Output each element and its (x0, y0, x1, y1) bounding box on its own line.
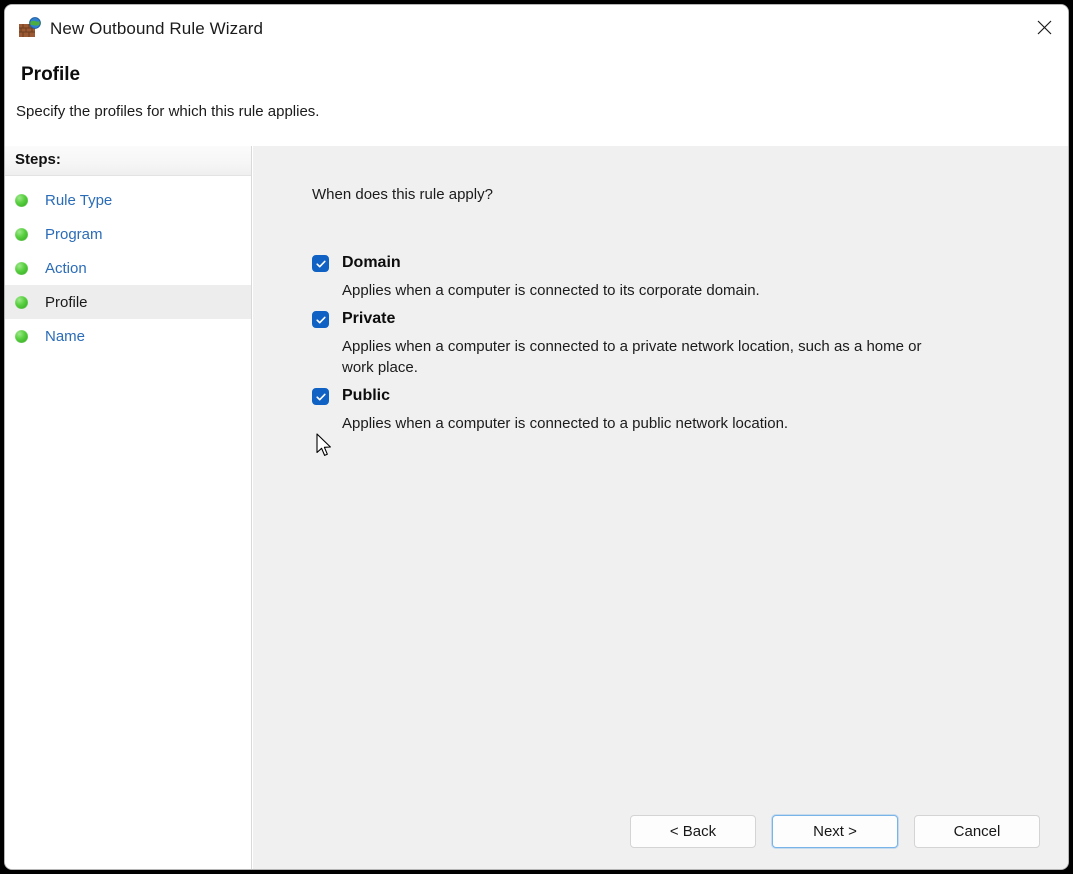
sidebar-item-profile[interactable]: Profile (5, 285, 251, 319)
title-bar: New Outbound Rule Wizard (5, 5, 1068, 53)
page-title: Profile (21, 64, 80, 86)
window-title: New Outbound Rule Wizard (50, 19, 263, 39)
sidebar-item-action[interactable]: Action (5, 251, 251, 285)
sidebar-item-label: Program (45, 226, 103, 243)
next-button[interactable]: Next > (772, 815, 898, 848)
steps-list: Rule Type Program Action Profile Name (5, 176, 251, 353)
checkbox-domain[interactable] (312, 255, 329, 272)
option-domain-description: Applies when a computer is connected to … (342, 280, 952, 301)
sidebar-item-program[interactable]: Program (5, 217, 251, 251)
green-dot-icon (15, 262, 28, 275)
green-dot-icon (15, 228, 28, 241)
option-public-head[interactable]: Public (312, 386, 1028, 406)
wizard-button-bar: < Back Next > Cancel (630, 815, 1040, 848)
option-public-description: Applies when a computer is connected to … (342, 413, 952, 434)
profile-option-group: Domain Applies when a computer is connec… (312, 253, 1028, 442)
sidebar-item-label: Action (45, 260, 87, 277)
steps-header: Steps: (5, 146, 251, 176)
green-dot-icon (15, 194, 28, 207)
option-public-label: Public (342, 386, 390, 406)
green-dot-icon (15, 296, 28, 309)
option-domain-head[interactable]: Domain (312, 253, 1028, 273)
steps-header-label: Steps: (15, 151, 61, 168)
checkbox-private[interactable] (312, 311, 329, 328)
option-domain-label: Domain (342, 253, 401, 273)
wizard-body: Steps: Rule Type Program Action Pro (5, 146, 1068, 869)
wizard-window: New Outbound Rule Wizard Profile Specify… (4, 4, 1069, 870)
sidebar-item-label: Profile (45, 294, 88, 311)
option-public: Public Applies when a computer is connec… (312, 386, 1028, 434)
steps-sidebar: Steps: Rule Type Program Action Pro (5, 146, 252, 869)
checkbox-public[interactable] (312, 388, 329, 405)
sidebar-item-label: Name (45, 328, 85, 345)
option-private-head[interactable]: Private (312, 309, 1028, 329)
content-pane: When does this rule apply? Domain Applie… (253, 146, 1068, 869)
content-question: When does this rule apply? (312, 186, 493, 203)
back-button[interactable]: < Back (630, 815, 756, 848)
option-domain: Domain Applies when a computer is connec… (312, 253, 1028, 301)
page-subtitle: Specify the profiles for which this rule… (16, 103, 319, 120)
option-private: Private Applies when a computer is conne… (312, 309, 1028, 378)
cancel-button[interactable]: Cancel (914, 815, 1040, 848)
green-dot-icon (15, 330, 28, 343)
sidebar-item-label: Rule Type (45, 192, 112, 209)
firewall-globe-icon (18, 17, 42, 41)
sidebar-item-name[interactable]: Name (5, 319, 251, 353)
close-icon[interactable] (1020, 5, 1068, 49)
sidebar-item-rule-type[interactable]: Rule Type (5, 183, 251, 217)
option-private-description: Applies when a computer is connected to … (342, 336, 952, 378)
option-private-label: Private (342, 309, 395, 329)
page-header: Profile Specify the profiles for which t… (5, 53, 1068, 146)
